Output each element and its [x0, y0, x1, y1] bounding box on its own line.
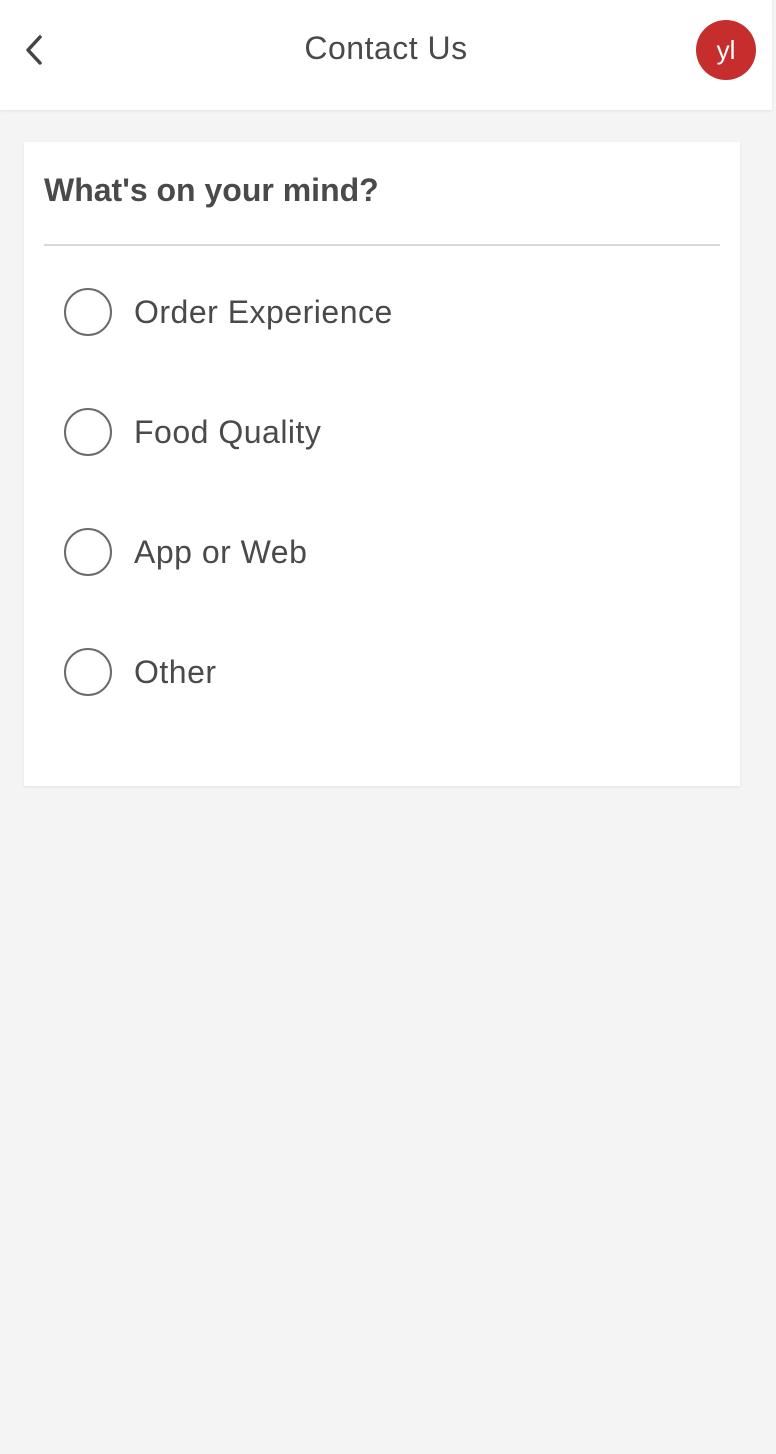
page-title: Contact Us: [304, 30, 468, 66]
radio-button[interactable]: [64, 528, 112, 576]
radio-button[interactable]: [64, 648, 112, 696]
radio-button[interactable]: [64, 288, 112, 336]
chevron-left-icon: [26, 35, 42, 65]
option-label: Order Experience: [134, 293, 393, 330]
divider: [44, 244, 720, 246]
app-header: Contact Us yl: [0, 0, 772, 110]
feedback-card: What's on your mind? Order Experience Fo…: [24, 142, 740, 786]
option-other[interactable]: Other: [64, 632, 700, 712]
radio-button[interactable]: [64, 408, 112, 456]
avatar[interactable]: yl: [696, 20, 756, 80]
card-title: What's on your mind?: [44, 172, 379, 208]
option-food-quality[interactable]: Food Quality: [64, 392, 700, 472]
option-label: Food Quality: [134, 413, 322, 450]
option-app-or-web[interactable]: App or Web: [64, 512, 700, 592]
back-button[interactable]: [12, 26, 56, 74]
option-label: App or Web: [134, 533, 308, 570]
option-label: Other: [134, 653, 217, 690]
option-order-experience[interactable]: Order Experience: [64, 272, 700, 352]
